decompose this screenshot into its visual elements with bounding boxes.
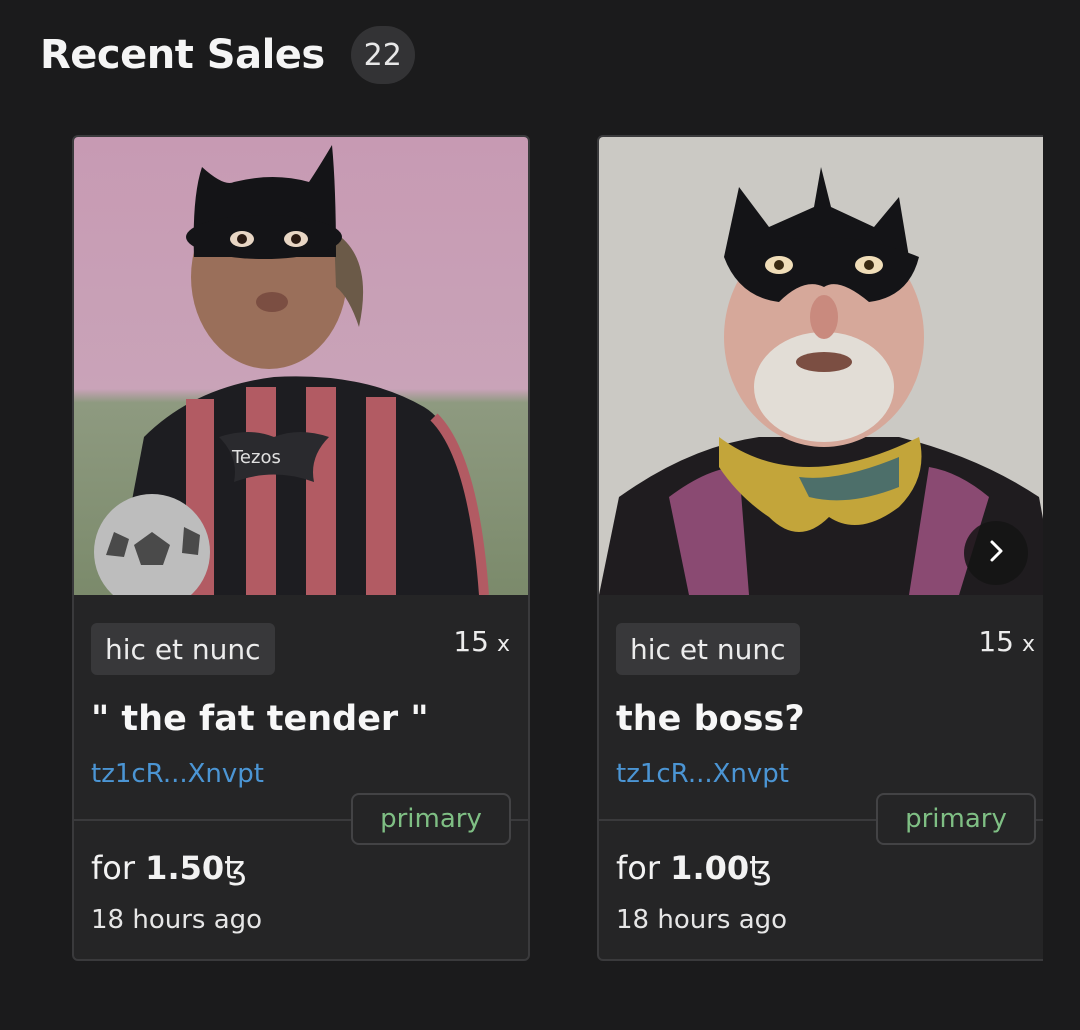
sale-type-badge: primary: [351, 793, 511, 845]
tez-icon: ꜩ: [749, 849, 772, 887]
section-header: Recent Sales 22: [40, 26, 415, 84]
platform-tag[interactable]: hic et nunc: [91, 623, 275, 675]
sale-type-badge: primary: [876, 793, 1036, 845]
carousel-next-button[interactable]: [964, 521, 1028, 585]
sale-card[interactable]: Tezos hic et nunc 15 x " the fat tender …: [72, 135, 530, 961]
artwork-title[interactable]: the boss?: [616, 699, 805, 739]
creator-link[interactable]: tz1cR...Xnvpt: [91, 759, 264, 789]
platform-tag[interactable]: hic et nunc: [616, 623, 800, 675]
sale-price: for 1.00ꜩ: [616, 849, 772, 887]
chevron-right-icon: [983, 538, 1009, 568]
creator-link[interactable]: tz1cR...Xnvpt: [616, 759, 789, 789]
editions-count: 15 x: [978, 625, 1035, 658]
svg-text:Tezos: Tezos: [231, 447, 281, 468]
artwork-title[interactable]: " the fat tender ": [91, 699, 429, 739]
sales-carousel[interactable]: Tezos hic et nunc 15 x " the fat tender …: [0, 135, 1043, 965]
sales-count-badge: 22: [350, 26, 415, 84]
sale-time: 18 hours ago: [616, 905, 788, 935]
tez-icon: ꜩ: [224, 849, 247, 887]
section-title: Recent Sales: [40, 32, 325, 78]
artwork-image[interactable]: Tezos: [74, 137, 528, 595]
sale-time: 18 hours ago: [91, 905, 263, 935]
editions-count: 15 x: [453, 625, 510, 658]
sale-price: for 1.50ꜩ: [91, 849, 247, 887]
